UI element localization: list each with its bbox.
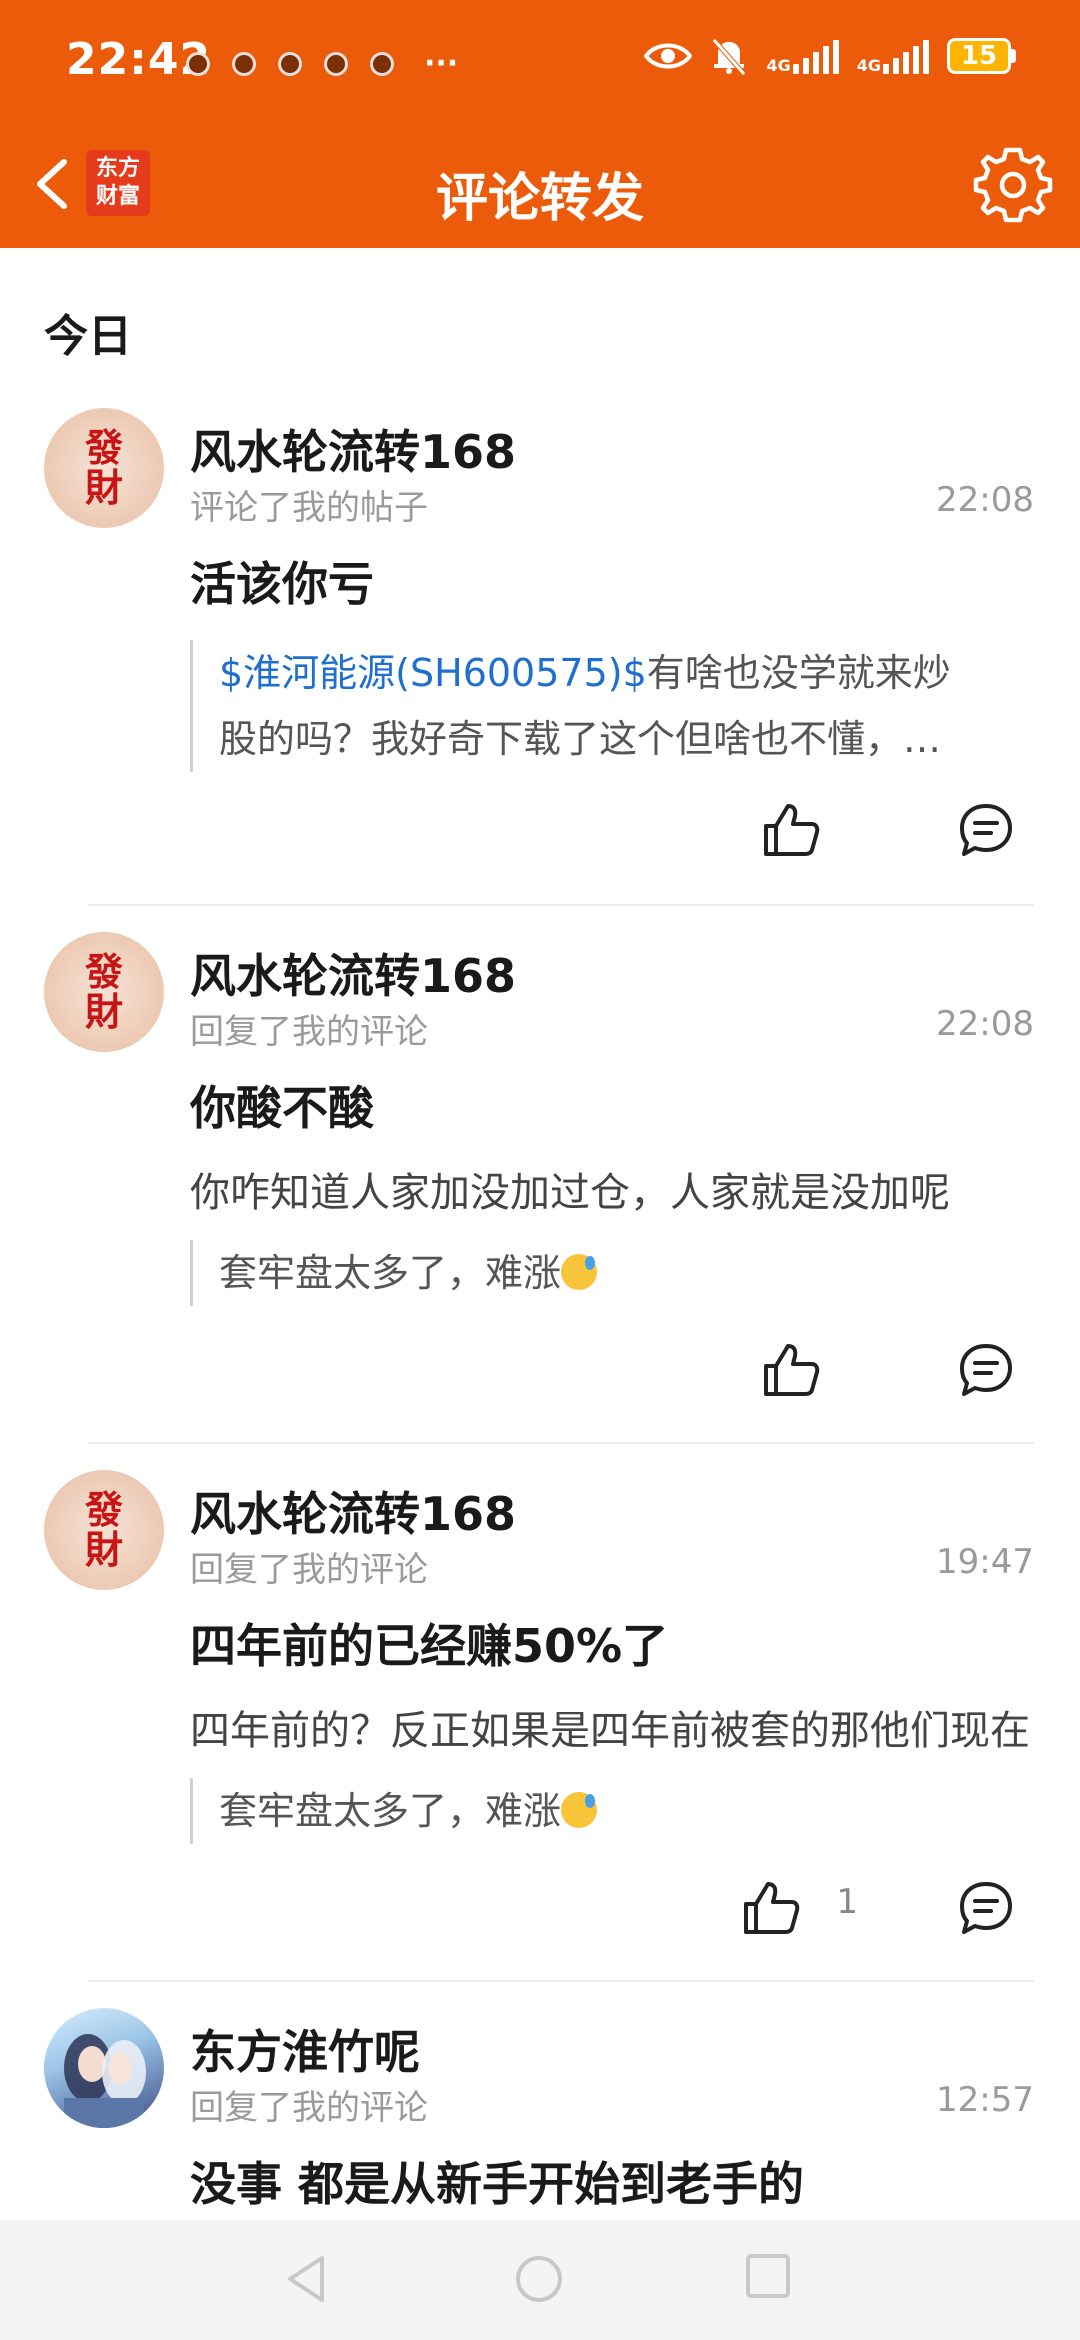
battery-icon: 15 [947,38,1016,74]
title-bar: 东方 财富 评论转发 [0,120,1080,248]
notification-icon [370,51,394,76]
action-label: 回复了我的评论 [190,1550,428,1590]
comment-bubble-icon[interactable] [956,1878,1016,1938]
timestamp: 22:08 [936,1004,1034,1044]
network-type-label: 4G [766,56,791,75]
username[interactable]: 风水轮流转168 [190,940,516,1006]
status-indicators: 4G 4G 15 [644,36,1016,76]
comment-text: 你酸不酸 [190,1081,374,1135]
comment-text: 活该你亏 [190,557,374,611]
status-bar: 22:42 ··· 4G 4G 15 [0,0,1080,120]
notification-icon [278,51,302,76]
comment-bubble-icon[interactable] [956,1340,1016,1400]
list-item[interactable]: 發 財 风水轮流转168 回复了我的评论 22:08 你酸不酸 你咋知道人家加没… [0,932,1080,1432]
network-type-label: 4G [856,56,881,75]
comment-text: 没事 都是从新手开始到老手的 [190,2157,805,2211]
more-notifications-icon: ··· [424,46,459,81]
sweat-emoji-icon [561,1792,598,1828]
thumbs-up-icon[interactable] [758,1338,822,1402]
comment-bubble-icon[interactable] [956,800,1016,860]
page-title: 评论转发 [435,169,644,229]
divider [88,1980,1034,1982]
like-count: 1 [836,1882,858,1922]
quoted-comment[interactable]: 套牢盘太多了，难涨 [190,1240,1030,1306]
quoted-post[interactable]: $淮河能源(SH600575)$有啥也没学就来炒 股的吗？我好奇下载了这个但啥也… [190,640,1030,772]
action-label: 回复了我的评论 [190,2088,428,2128]
nav-recent-apps-icon[interactable] [744,2252,792,2300]
section-header-today: 今日 [44,311,132,362]
divider [88,904,1034,906]
signal-strength-icon [883,38,929,74]
thumbs-up-icon[interactable] [738,1876,802,1940]
nav-back-icon[interactable] [282,2252,336,2306]
timestamp: 22:08 [936,480,1034,520]
list-item[interactable]: 东方淮竹呢 回复了我的评论 12:57 没事 都是从新手开始到老手的 [0,2008,1080,2220]
reply-context-text: 你咋知道人家加没加过仓，人家就是没加呢 [190,1170,950,1216]
notification-icon [186,51,210,76]
notification-icon [324,51,348,76]
thumbs-up-icon[interactable] [758,798,822,862]
signal-strength-icon [792,38,839,74]
list-item[interactable]: 發 財 风水轮流转168 评论了我的帖子 22:08 活该你亏 $淮河能源(SH… [0,408,1080,908]
username[interactable]: 东方淮竹呢 [190,2016,420,2082]
notification-icon [232,51,256,76]
list-item[interactable]: 發 財 风水轮流转168 回复了我的评论 19:47 四年前的已经赚50%了 四… [0,1470,1080,1970]
eye-icon [644,43,693,69]
system-nav-bar [0,2220,1080,2340]
avatar[interactable] [44,2008,164,2128]
avatar[interactable]: 發 財 [44,932,164,1052]
notification-icons: ··· [186,46,458,81]
gear-icon[interactable] [972,144,1054,226]
comment-text: 四年前的已经赚50%了 [190,1619,669,1673]
divider [88,1442,1034,1444]
sweat-emoji-icon [561,1254,598,1290]
action-label: 回复了我的评论 [190,1012,428,1052]
battery-level: 15 [947,38,1011,74]
quoted-comment[interactable]: 套牢盘太多了，难涨 [190,1778,1030,1844]
avatar[interactable]: 發 財 [44,408,164,528]
reply-context-text: 四年前的？反正如果是四年前被套的那他们现在 [190,1708,1030,1754]
username[interactable]: 风水轮流转168 [190,416,516,482]
timestamp: 12:57 [936,2080,1034,2120]
avatar-illustration [64,2034,146,2128]
nav-home-icon[interactable] [512,2252,566,2306]
action-label: 评论了我的帖子 [190,488,428,528]
bell-muted-icon [712,38,747,76]
username[interactable]: 风水轮流转168 [190,1478,516,1544]
stock-link[interactable]: $淮河能源(SH600575)$ [219,651,647,695]
avatar[interactable]: 發 財 [44,1470,164,1590]
timestamp: 19:47 [936,1542,1034,1582]
